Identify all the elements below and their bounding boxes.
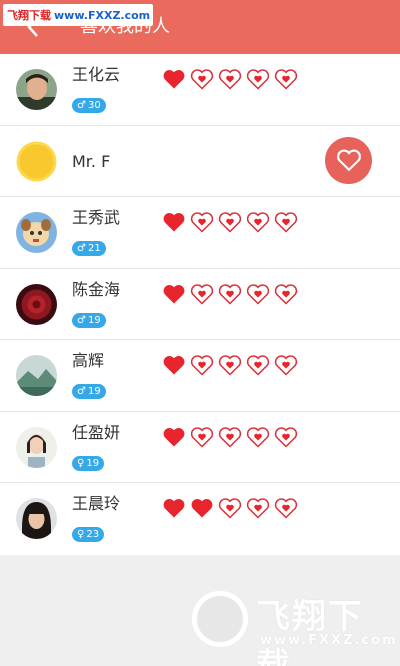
watermark-top-url: www.FXXZ.com <box>54 8 151 22</box>
age-value: 19 <box>87 314 101 326</box>
heart-empty-icon <box>246 68 270 90</box>
person-row[interactable]: Mr. F <box>0 125 400 197</box>
person-name: 王晨玲 <box>72 494 121 513</box>
male-icon: ♂ <box>77 386 86 397</box>
person-name: 王化云 <box>72 65 121 84</box>
watermark-bottom-url: www.FXXZ.com <box>260 633 398 648</box>
person-row[interactable]: 王晨玲 ♀ 23 <box>0 483 400 555</box>
heart-empty-icon <box>246 354 270 376</box>
heart-empty-icon <box>274 211 298 233</box>
heart-empty-icon <box>218 68 242 90</box>
avatar[interactable] <box>16 283 57 325</box>
male-icon: ♂ <box>77 100 86 111</box>
heart-empty-icon <box>274 426 298 448</box>
heart-empty-icon <box>274 283 298 305</box>
watermark-top-cn: 飞翔下载 <box>7 9 51 22</box>
age-value: 30 <box>87 100 101 111</box>
heart-empty-icon <box>246 497 270 519</box>
gender-age-badge: ♀ 19 <box>72 455 105 471</box>
heart-empty-icon <box>274 354 298 376</box>
logo-icon <box>192 591 248 647</box>
heart-empty-icon <box>218 354 242 376</box>
heart-empty-icon <box>246 426 270 448</box>
heart-empty-icon <box>190 426 214 448</box>
watermark-logo: 飞翔下载 www.FXXZ.com <box>192 587 396 666</box>
heart-empty-icon <box>246 211 270 233</box>
heart-filled-icon <box>162 283 186 305</box>
heart-rating <box>162 68 298 90</box>
person-row[interactable]: 任盈妍 ♀ 19 <box>0 411 400 483</box>
age-value: 19 <box>86 457 100 469</box>
liker-list: 王化云 ♂ 30 Mr. F 王秀武 ♂ 21 陈金海 ♂ 19 高辉 ♂ 19 任盈妍 ♀ 19 王晨玲 ♀ 23 <box>0 54 400 555</box>
app-header: 喜欢我的人 飞翔下载 www.FXXZ.com <box>0 0 400 54</box>
heart-filled-icon <box>190 497 214 519</box>
heart-filled-icon <box>162 68 186 90</box>
avatar[interactable] <box>16 69 57 110</box>
person-row[interactable]: 王秀武 ♂ 21 <box>0 197 400 269</box>
person-row[interactable]: 王化云 ♂ 30 <box>0 54 400 126</box>
avatar[interactable] <box>16 355 57 396</box>
person-name: 陈金海 <box>72 279 121 299</box>
gender-age-badge: ♀ 23 <box>72 527 105 542</box>
male-icon: ♂ <box>77 243 86 254</box>
gender-age-badge: ♂ 19 <box>72 312 106 328</box>
person-name: Mr. F <box>72 151 111 171</box>
heart-empty-icon <box>218 283 242 305</box>
age-value: 21 <box>87 243 101 254</box>
gender-age-badge: ♂ 30 <box>72 98 106 113</box>
heart-empty-icon <box>218 497 242 519</box>
heart-empty-icon <box>218 211 242 233</box>
person-name: 高辉 <box>72 351 105 370</box>
person-name: 王秀武 <box>72 208 121 227</box>
heart-empty-icon <box>190 354 214 376</box>
female-icon: ♀ <box>77 529 85 540</box>
heart-rating <box>162 497 298 519</box>
heart-empty-icon <box>190 283 214 305</box>
person-name: 任盈妍 <box>72 422 121 442</box>
heart-empty-icon <box>190 211 214 233</box>
heart-empty-icon <box>274 497 298 519</box>
heart-outline-icon <box>336 149 361 172</box>
avatar[interactable] <box>16 141 57 182</box>
like-button[interactable] <box>325 136 372 184</box>
female-icon: ♀ <box>77 457 85 469</box>
heart-rating <box>162 283 298 305</box>
heart-empty-icon <box>246 283 270 305</box>
age-value: 19 <box>87 386 101 397</box>
heart-filled-icon <box>162 354 186 376</box>
male-icon: ♂ <box>77 314 86 326</box>
avatar[interactable] <box>16 498 57 539</box>
heart-rating <box>162 211 298 233</box>
heart-rating <box>162 426 298 448</box>
heart-empty-icon <box>190 68 214 90</box>
watermark-bottom-cn: 飞翔下载 <box>256 597 364 666</box>
age-value: 23 <box>86 529 100 540</box>
avatar[interactable] <box>16 426 57 468</box>
heart-empty-icon <box>274 68 298 90</box>
heart-filled-icon <box>162 497 186 519</box>
heart-rating <box>162 354 298 376</box>
heart-empty-icon <box>218 426 242 448</box>
heart-filled-icon <box>162 211 186 233</box>
gender-age-badge: ♂ 21 <box>72 241 106 256</box>
heart-filled-icon <box>162 426 186 448</box>
person-row[interactable]: 高辉 ♂ 19 <box>0 340 400 412</box>
person-row[interactable]: 陈金海 ♂ 19 <box>0 268 400 340</box>
gender-age-badge: ♂ 19 <box>72 384 106 399</box>
avatar[interactable] <box>16 212 57 253</box>
watermark-top: 飞翔下载 www.FXXZ.com <box>3 4 153 26</box>
